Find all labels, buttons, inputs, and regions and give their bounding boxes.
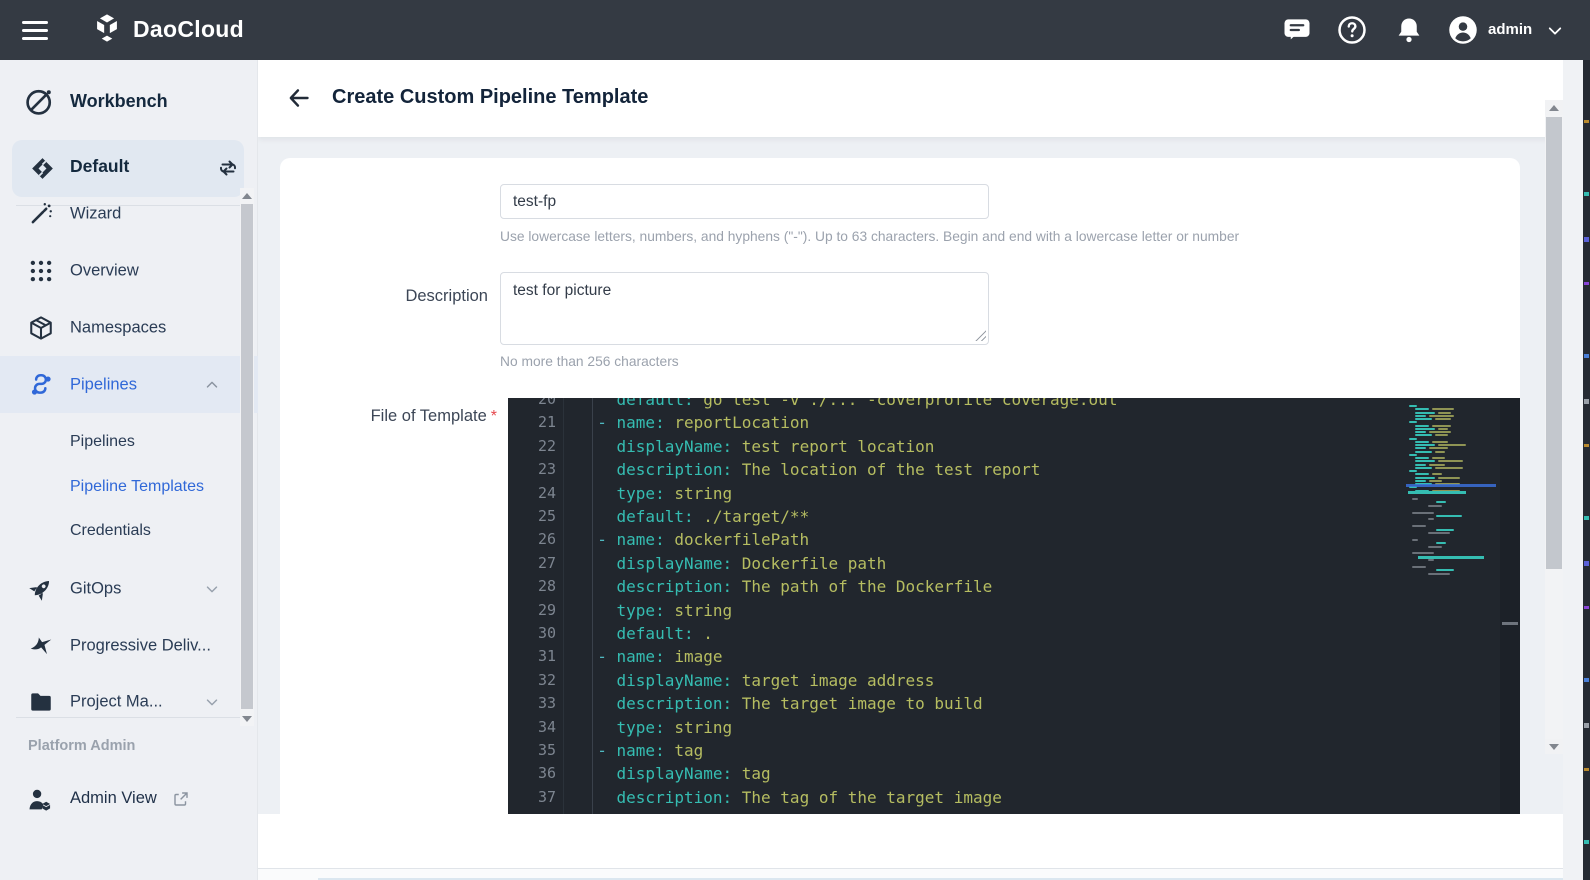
description-label: Description [288,287,488,306]
sidebar-item-wizard[interactable]: Wizard [0,185,258,242]
sidebar-subitem-pipeline-templates[interactable]: Pipeline Templates [0,465,258,509]
code-line-29: 29 type: string [508,599,1388,623]
sidebar-scrollbar[interactable] [240,188,254,726]
minimap-slider[interactable] [1502,622,1518,625]
scroll-up-arrow[interactable] [1545,100,1563,115]
window-bottom-strip [258,868,1563,880]
right-gutter [1563,60,1583,880]
bird-icon [28,633,54,659]
external-link-icon [172,790,190,808]
sidebar: Workbench Default WizardOverviewNamespac… [0,60,258,880]
swap-icon[interactable] [216,156,240,180]
scrollbar-thumb[interactable] [1546,117,1562,569]
cube-icon [28,315,54,341]
code-line-33: 33 description: The target image to buil… [508,692,1388,716]
brand-name: DaoCloud [133,16,244,43]
pipeline-icon [28,372,54,398]
code-line-21: 21 - name: reportLocation [508,411,1388,435]
code-line-35: 35 - name: tag [508,739,1388,763]
wand-icon [28,201,54,227]
avatar[interactable] [1448,15,1478,45]
help-icon[interactable] [1337,15,1367,45]
chevron-down-icon[interactable] [203,693,221,711]
message-icon[interactable] [1282,15,1312,45]
sidebar-subitem-pipelines[interactable]: Pipelines [0,420,258,464]
yaml-code-editor[interactable]: 20 default: go test -v ./... -coverprofi… [508,398,1520,814]
back-arrow-icon[interactable] [286,85,312,111]
sidebar-item-progressive-delivery[interactable]: Progressive Deliv... [0,617,258,674]
user-name[interactable]: admin [1488,21,1532,38]
code-line-22: 22 displayName: test report location [508,435,1388,459]
chevron-down-icon[interactable] [1546,22,1564,40]
brand-logo[interactable]: DaoCloud [90,12,244,46]
sidebar-item-workbench[interactable]: Workbench [0,78,258,124]
code-line-31: 31 - name: image [508,645,1388,669]
bell-icon[interactable] [1394,15,1424,45]
scrollbar-thumb[interactable] [241,204,253,709]
rocket-icon [28,576,54,602]
admin-user-icon [26,786,54,814]
scroll-down-arrow[interactable] [1545,739,1563,754]
sidebar-item-namespaces[interactable]: Namespaces [0,299,258,356]
template-name-input[interactable] [500,184,989,219]
sidebar-item-overview[interactable]: Overview [0,242,258,299]
description-textarea[interactable]: test for picture [500,272,989,345]
code-line-25: 25 default: ./target/** [508,505,1388,529]
sidebar-item-gitops[interactable]: GitOps [0,560,258,617]
sidebar-subitem-credentials[interactable]: Credentials [0,509,258,553]
scroll-down-arrow[interactable] [240,711,254,726]
code-line-37: 37 description: The tag of the target im… [508,786,1388,810]
workbench-icon [24,85,56,117]
code-line-36: 36 displayName: tag [508,762,1388,786]
editor-minimap[interactable] [1406,398,1500,814]
code-line-26: 26 - name: dockerfilePath [508,528,1388,552]
daocloud-logo-icon [90,12,124,46]
divider [16,717,242,718]
code-line-20: 20 default: go test -v ./... -coverprofi… [508,398,1388,412]
scroll-up-arrow[interactable] [240,188,254,203]
page-scrollbar[interactable] [1545,100,1563,754]
code-line-27: 27 displayName: Dockerfile path [508,552,1388,576]
workspace-name: Default [70,156,129,177]
page-title: Create Custom Pipeline Template [332,86,648,109]
code-line-23: 23 description: The location of the test… [508,458,1388,482]
code-line-24: 24 type: string [508,482,1388,506]
menu-icon[interactable] [22,17,48,43]
background-window-sliver [1583,60,1590,880]
workbench-label: Workbench [70,91,168,112]
admin-view-label: Admin View [70,789,157,808]
chevron-up-icon[interactable] [203,376,221,394]
platform-admin-section-label: Platform Admin [28,738,135,754]
editor-scrollbar-track[interactable] [1500,398,1520,814]
sidebar-item-pipelines[interactable]: Pipelines [0,356,258,413]
code-line-30: 30 default: . [508,622,1388,646]
required-asterisk: * [491,408,497,425]
workspace-diamond-icon [29,155,56,182]
grid-icon [28,258,54,284]
folder-icon [28,689,54,715]
sidebar-item-project-management[interactable]: Project Ma... [0,673,258,730]
code-line-28: 28 description: The path of the Dockerfi… [508,575,1388,599]
chevron-down-icon[interactable] [203,580,221,598]
code-line-34: 34 type: string [508,716,1388,740]
template-name-help: Use lowercase letters, numbers, and hyph… [500,229,1239,244]
footer-action-bar: Cancel OK [258,814,1563,868]
file-of-template-label: File of Template* [297,407,497,426]
description-help: No more than 256 characters [500,354,679,369]
sidebar-item-admin-view[interactable]: Admin View [0,772,258,828]
code-line-32: 32 displayName: target image address [508,669,1388,693]
top-navbar: DaoCloud admin [0,0,1590,60]
